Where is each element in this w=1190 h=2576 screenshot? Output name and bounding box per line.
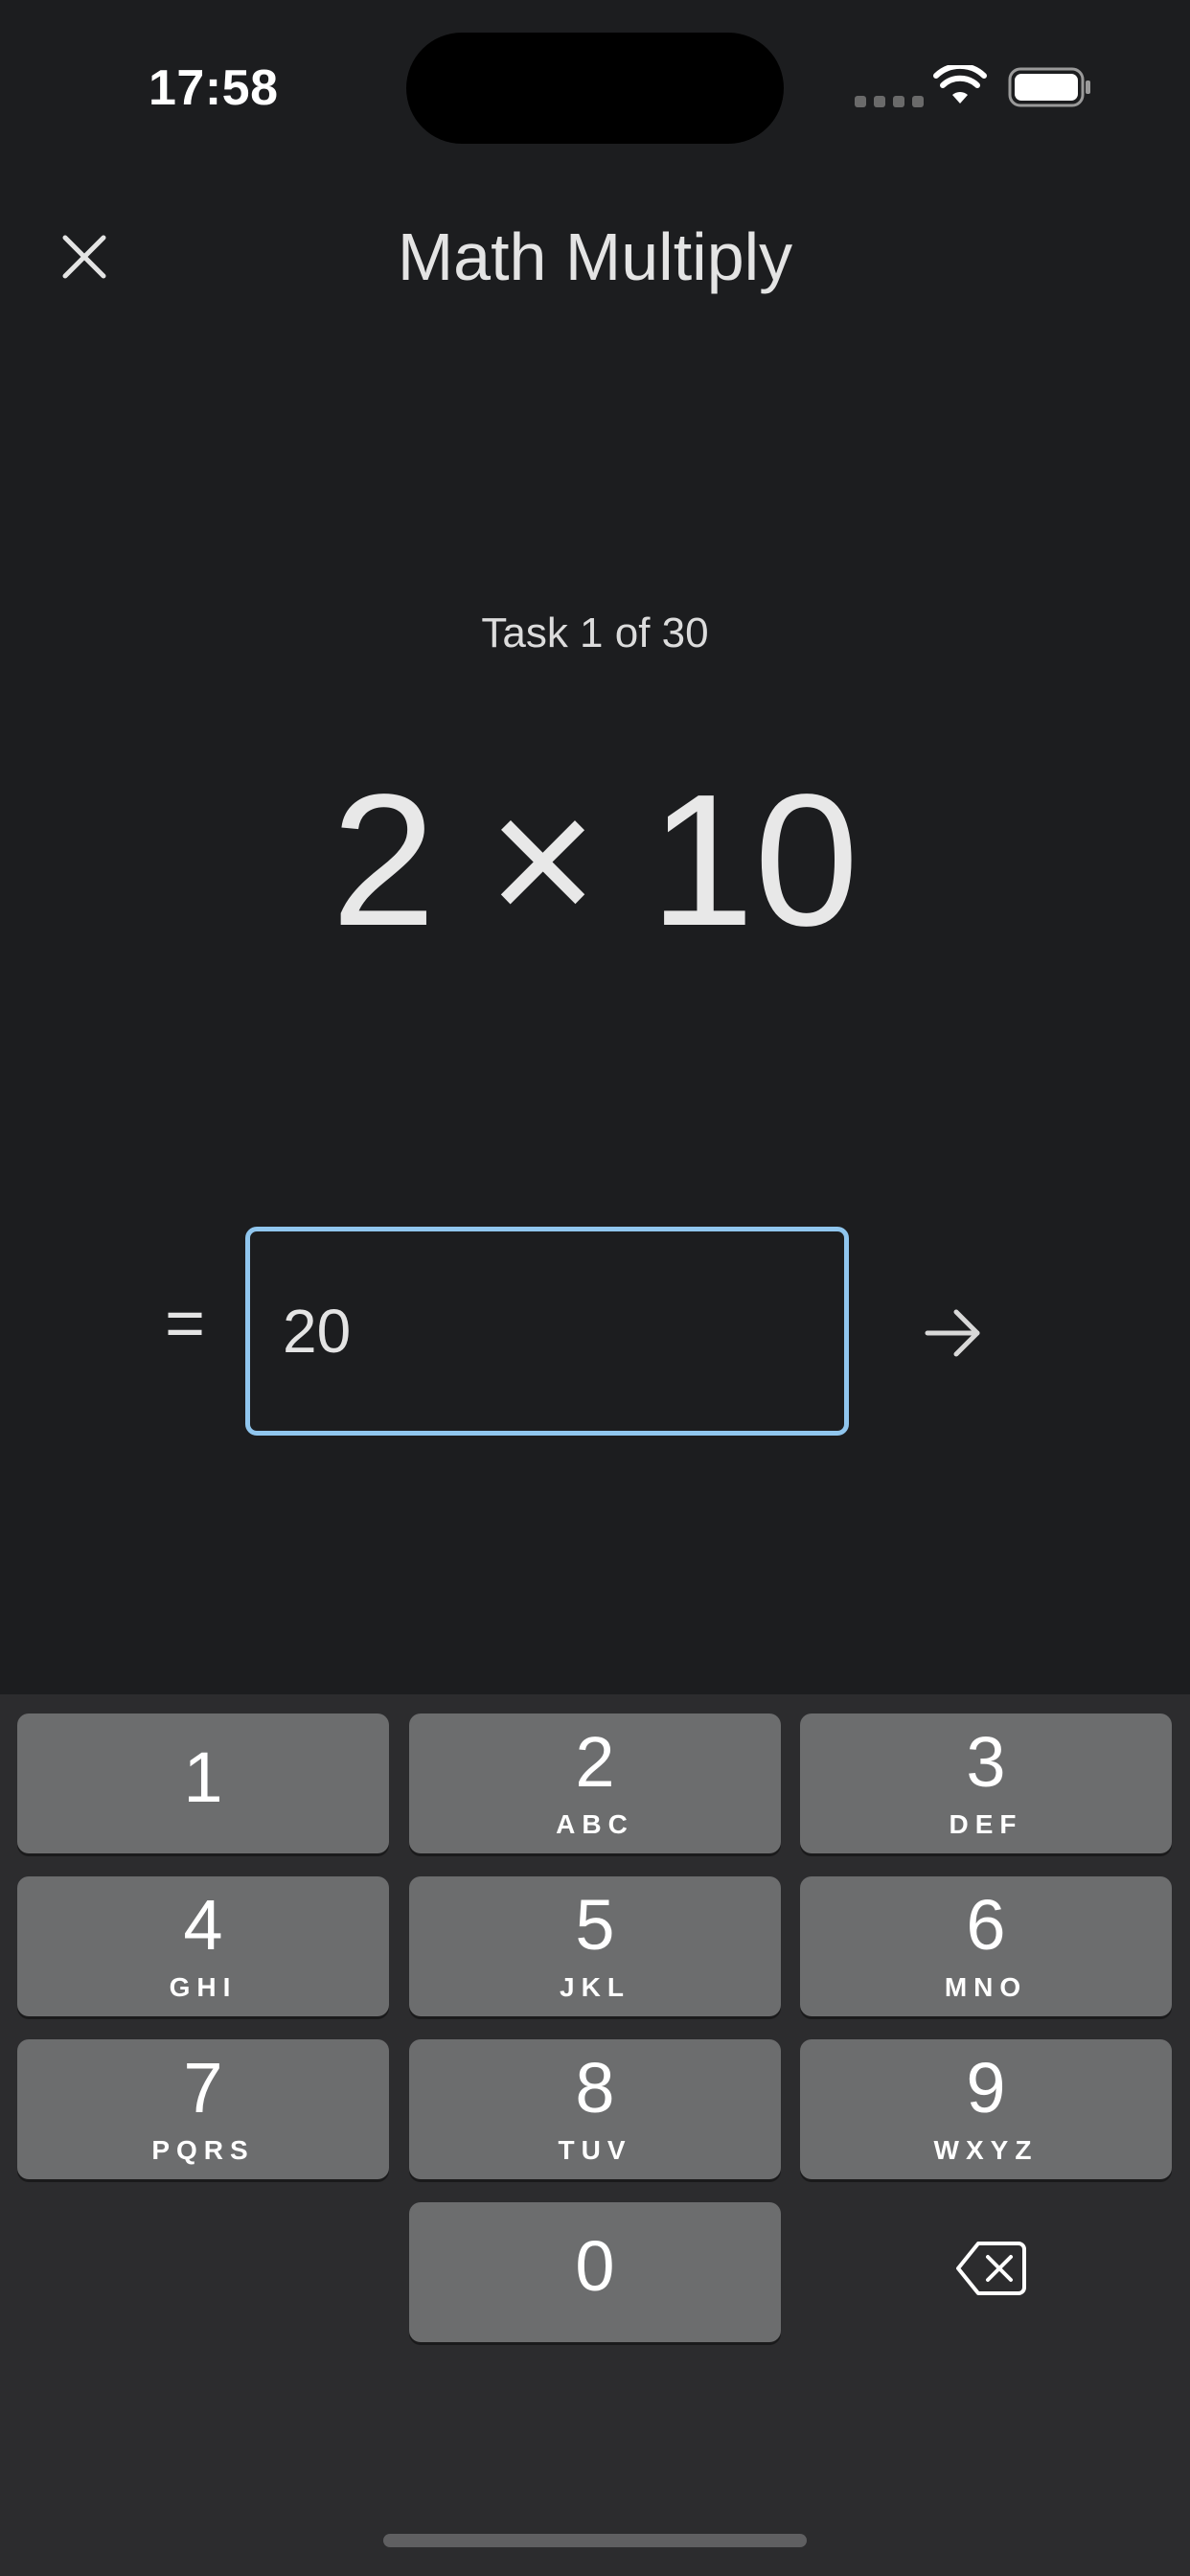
key-digit: 5 xyxy=(575,1885,615,1965)
math-problem: 2 × 10 xyxy=(331,755,859,965)
task-progress-label: Task 1 of 30 xyxy=(481,610,709,656)
battery-icon xyxy=(1008,67,1090,107)
wifi-icon xyxy=(933,65,987,104)
key-letters: GHI xyxy=(169,1972,238,2002)
key-digit: 1 xyxy=(183,1737,223,1817)
cellular-signal-icon xyxy=(855,96,924,107)
app-screen: 17:58 Math Multiply Task 1 of 30 2 × 10 … xyxy=(0,0,1190,2576)
key-2[interactable]: 2 ABC xyxy=(409,1714,781,1853)
key-letters: JKL xyxy=(560,1972,630,2002)
key-letters: MNO xyxy=(944,1972,1028,2002)
equals-sign: = xyxy=(165,1285,206,1362)
backspace-icon xyxy=(956,2242,1026,2295)
arrow-right-icon xyxy=(925,1309,980,1357)
key-3[interactable]: 3 DEF xyxy=(800,1714,1172,1853)
key-digit: 0 xyxy=(575,2226,615,2306)
key-digit: 8 xyxy=(575,2048,615,2128)
submit-answer-button[interactable] xyxy=(922,1301,985,1365)
status-time: 17:58 xyxy=(149,60,279,116)
dynamic-island xyxy=(406,33,784,144)
key-7[interactable]: 7 PQRS xyxy=(17,2039,389,2179)
key-4[interactable]: 4 GHI xyxy=(17,1876,389,2016)
key-digit: 2 xyxy=(575,1722,615,1802)
numeric-keypad: 1 2 ABC 3 DEF 4 GHI 5 JKL 6 MNO 7 PQRS 8… xyxy=(0,1694,1190,2576)
home-indicator[interactable] xyxy=(383,2534,807,2547)
page-title: Math Multiply xyxy=(397,219,793,294)
key-digit: 3 xyxy=(966,1722,1006,1802)
delete-key[interactable] xyxy=(929,2206,1054,2331)
key-letters: TUV xyxy=(558,2135,632,2165)
key-9[interactable]: 9 WXYZ xyxy=(800,2039,1172,2179)
key-digit: 7 xyxy=(183,2048,223,2128)
key-letters: ABC xyxy=(556,1809,634,1839)
answer-input[interactable] xyxy=(245,1227,849,1436)
key-5[interactable]: 5 JKL xyxy=(409,1876,781,2016)
key-digit: 6 xyxy=(966,1885,1006,1965)
key-8[interactable]: 8 TUV xyxy=(409,2039,781,2179)
key-0[interactable]: 0 xyxy=(409,2202,781,2342)
key-digit: 9 xyxy=(966,2048,1006,2128)
key-letters: DEF xyxy=(949,1809,1023,1839)
key-letters: PQRS xyxy=(151,2135,255,2165)
key-digit: 4 xyxy=(183,1885,223,1965)
key-letters: WXYZ xyxy=(933,2135,1039,2165)
key-6[interactable]: 6 MNO xyxy=(800,1876,1172,2016)
key-1[interactable]: 1 xyxy=(17,1714,389,1853)
